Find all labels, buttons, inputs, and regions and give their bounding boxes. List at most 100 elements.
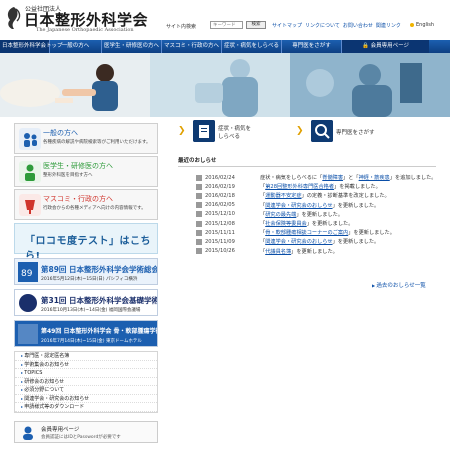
news-date: 2016/02/05: [205, 202, 235, 209]
news-link[interactable]: 第28回整形外科専門医合格者: [265, 183, 334, 190]
util-link-about-links[interactable]: リンクについて: [305, 22, 340, 29]
sidebar-link-training[interactable]: 研修会のお知らせ: [15, 378, 157, 386]
category-students-title: 医学生・研修医の方へ: [43, 162, 113, 170]
news-item: 2016/02/19 「第28回整形外科専門医合格者 」を掲載しました。: [196, 182, 446, 191]
chevron-right-icon: ❯: [296, 126, 304, 136]
news-link[interactable]: 骨・軟部腫瘍相談コーナーのご案内: [265, 229, 348, 236]
util-link-related[interactable]: 関連リンク: [376, 22, 401, 29]
news-text: 」を更新しました。: [296, 211, 344, 218]
news-item: 2016/02/24 症状・病気をしらべるに「 脊髄障害 」と「 神経・筋疾患 」を追加し…: [196, 173, 446, 182]
jos-logo-icon[interactable]: [4, 6, 24, 30]
hero-image: [0, 53, 450, 117]
news-list: 2016/02/24 症状・病気をしらべるに「 脊髄障害 」と「 神経・筋疾患 」を追加し…: [196, 173, 446, 256]
english-label: English: [416, 22, 435, 28]
bullet-icon: [196, 174, 202, 181]
category-students-desc: 整形外科医を目指す方へ: [43, 173, 93, 178]
locomo-test-banner[interactable]: 「ロコモ度テスト」はこちら!: [14, 223, 158, 262]
news-item: 2016/02/18 「運動器不安定症 」の定義・診断基準を改定しました。: [196, 191, 446, 200]
banner-tumor-meeting[interactable]: 第49回 日本整形外科学会 骨・軟部腫瘍学術集会 2016年7月14日(木)~1…: [14, 320, 158, 347]
news-link[interactable]: 関連学会・研究会のおしらせ: [265, 202, 332, 209]
category-media-title: マスコミ・行政の方へ: [43, 195, 113, 203]
banner-basic-meeting[interactable]: 第31回 日本整形外科学会基礎学術集会 2016年10月13日(木)~14日(金…: [14, 289, 158, 316]
banner-tumor-sub: 2016年7月14日(木)~15日(金) 東京ドームホテル: [41, 339, 142, 344]
nav-general[interactable]: 一般の方へ: [50, 40, 102, 53]
banner-annual-title: 第89回 日本整形外科学会学術総会: [41, 265, 158, 274]
member-page-title: 会員専用ページ: [41, 427, 80, 433]
news-item: 2015/12/10 「研究の最先端 」を更新しました。: [196, 210, 446, 219]
news-link[interactable]: 運動器不安定症: [265, 192, 301, 199]
quick-link-symptoms[interactable]: ❯ 症状・病気を しらべる: [178, 120, 298, 144]
news-date: 2016/02/19: [205, 183, 235, 190]
news-text: 」の定義・診断基準を改定しました。: [301, 193, 390, 200]
category-general-desc: 各種疾病の解説や病院検索等がご利用いただけます。: [43, 140, 151, 145]
member-page-box[interactable]: 会員専用ページ 会員認証にはIDとPasswordが必要です: [14, 421, 158, 443]
search-label: サイト内検索: [166, 24, 197, 30]
news-link[interactable]: 脊髄障害: [322, 174, 343, 181]
sidebar-link-list: 専門医・認定医名簿 学術集会のお知らせ TOPICS 研修会のお知らせ 必須分野…: [14, 351, 158, 413]
nav-symptoms[interactable]: 症状・病気をしらべる: [222, 40, 282, 53]
sidebar-link-specialists[interactable]: 専門医・認定医名簿: [15, 352, 157, 361]
news-link[interactable]: 社会保険等委員会: [265, 220, 307, 227]
banner-basic-title: 第31回 日本整形外科学会基礎学術集会: [41, 296, 158, 305]
nav-home[interactable]: 日本整形外科学会トップ: [0, 40, 63, 53]
person-icon: [23, 426, 33, 440]
bullet-icon: [196, 192, 202, 199]
sidebar-link-related-societies[interactable]: 関連学会・研究会のお知らせ: [15, 395, 157, 403]
nav-media[interactable]: マスコミ・行政の方へ: [162, 40, 222, 53]
news-date: 2016/02/24: [205, 174, 235, 181]
news-link[interactable]: 研究の最先端: [265, 211, 296, 218]
search-button[interactable]: 検索: [246, 21, 266, 29]
news-text: 」を更新しました。: [332, 202, 380, 209]
quick-link-find-doctor[interactable]: ❯ 専門医をさがす: [296, 120, 416, 144]
bullet-icon: [196, 220, 202, 227]
utility-links: サイトマップ リンクについて お問い合わせ 関連リンク: [272, 22, 401, 29]
quick-link-symptoms-line1: 症状・病気を: [218, 126, 252, 132]
news-date: 2016/02/18: [205, 192, 235, 199]
news-item: 2015/11/09 「関連学会・研究会のおしらせ 」を更新しました。: [196, 237, 446, 246]
conference-logo-icon: 89: [18, 262, 38, 282]
bullet-icon: [196, 202, 202, 209]
sidebar-link-required-fields[interactable]: 必須分野について: [15, 386, 157, 395]
nav-member[interactable]: 🔒 会員専用ページ: [342, 40, 429, 53]
nav-member-label: 会員専用ページ: [370, 43, 409, 49]
category-students[interactable]: 医学生・研修医の方へ 整形外科医を目指す方へ: [14, 156, 158, 187]
quick-link-find-doctor-label: 専門医をさがす: [336, 130, 375, 136]
member-page-sub: 会員認証にはIDとPasswordが必要です: [41, 435, 121, 440]
news-text: 」と「: [343, 175, 359, 182]
english-link[interactable]: English: [410, 22, 434, 28]
category-media[interactable]: マスコミ・行政の方へ 行政会からの各種メディアへ向けの内容情報です。: [14, 189, 158, 220]
sidebar-link-meetings[interactable]: 学術集会のお知らせ: [15, 361, 157, 369]
news-link[interactable]: 代議員名簿: [265, 248, 291, 255]
search-icon: [311, 120, 333, 142]
news-link[interactable]: 神経・筋疾患: [359, 174, 390, 181]
hero-illustration: [0, 53, 450, 117]
global-nav: 日本整形外科学会トップ 一般の方へ 医学生・研修医の方へ マスコミ・行政の方へ …: [0, 40, 450, 53]
family-icon: [19, 128, 41, 150]
sidebar-link-topics[interactable]: TOPICS: [15, 369, 157, 378]
banner-annual-meeting[interactable]: 89 第89回 日本整形外科学会学術総会 2016年5月12日(木)~15日(日…: [14, 258, 158, 285]
nav-students[interactable]: 医学生・研修医の方へ: [102, 40, 162, 53]
student-icon: [19, 161, 41, 183]
news-text: 」を追加しました。: [389, 175, 437, 182]
news-text: 」を掲載しました。: [334, 184, 381, 191]
util-link-sitemap[interactable]: サイトマップ: [272, 22, 302, 29]
bullet-icon: [196, 211, 202, 218]
search-input[interactable]: [210, 21, 243, 29]
past-news-link[interactable]: 過去のおしらせ一覧: [372, 281, 425, 289]
category-media-desc: 行政会からの各種メディアへ向けの内容情報です。: [43, 206, 146, 211]
news-text: 」を更新しました。: [332, 239, 380, 246]
bullet-icon: [410, 23, 414, 27]
clipboard-icon: [193, 120, 215, 142]
category-general[interactable]: 一般の方へ 各種疾病の解説や病院検索等がご利用いただけます。: [14, 123, 158, 154]
bullet-icon: [196, 238, 202, 245]
conference-logo-icon: [19, 294, 37, 312]
chevron-right-icon: ❯: [178, 126, 186, 136]
news-item: 2016/02/05 「関連学会・研究会のおしらせ 」を更新しました。: [196, 201, 446, 210]
news-text: 」を更新しました。: [306, 221, 354, 228]
util-link-contact[interactable]: お問い合わせ: [343, 22, 373, 29]
news-link[interactable]: 関連学会・研究会のおしらせ: [265, 238, 332, 245]
news-heading: 最近のおしらせ: [178, 156, 436, 167]
nav-find-doctor[interactable]: 専門医をさがす: [282, 40, 342, 53]
news-text: 」を更新しました。: [291, 248, 338, 255]
sidebar-link-downloads[interactable]: 申請様式等のダウンロード: [15, 403, 157, 412]
